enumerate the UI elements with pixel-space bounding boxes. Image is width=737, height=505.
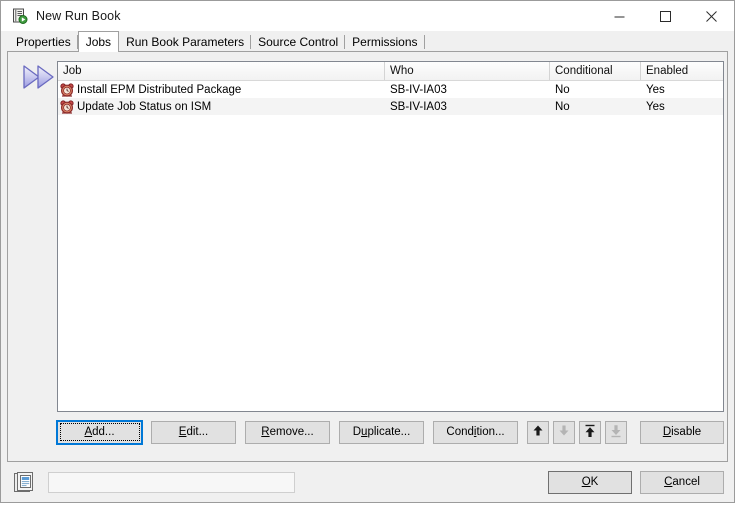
new-run-book-window: New Run Book Properties Jobs Run Book Pa… xyxy=(0,0,735,503)
remove-button[interactable]: Remove... xyxy=(245,420,330,444)
column-header-conditional[interactable]: Conditional xyxy=(550,62,641,80)
condition-button[interactable]: Cond i tion... xyxy=(433,420,518,444)
cell-conditional: No xyxy=(555,100,570,113)
ok-button-label: K xyxy=(590,476,599,488)
double-arrow-right-icon xyxy=(22,64,60,90)
column-header-job[interactable]: Job xyxy=(58,62,385,80)
duplicate-button[interactable]: Du plicate... xyxy=(339,420,424,444)
cancel-button-label: ancel xyxy=(672,476,700,488)
status-field[interactable] xyxy=(48,471,295,493)
runbook-icon xyxy=(12,8,28,24)
tab-source-control[interactable]: Source Control xyxy=(251,32,346,51)
tab-label: Properties xyxy=(16,34,71,49)
tab-permissions[interactable]: Permissions xyxy=(345,32,425,51)
arrow-up-to-top-icon xyxy=(584,424,596,441)
cancel-button[interactable]: Cancel xyxy=(640,470,724,494)
cell-enabled: Yes xyxy=(646,83,665,96)
table-row[interactable]: Install EPM Distributed Package SB-IV-IA… xyxy=(58,81,723,98)
job-list[interactable]: Job Who Conditional Enabled Install EPM … xyxy=(57,61,724,412)
job-name: Update Job Status on ISM xyxy=(77,100,212,113)
tab-label: Permissions xyxy=(352,34,418,49)
move-to-bottom-button xyxy=(605,420,627,444)
tab-properties[interactable]: Properties xyxy=(9,32,78,51)
tab-label: Source Control xyxy=(258,34,339,49)
cell-who: SB-IV-IA03 xyxy=(390,83,447,96)
title-bar: New Run Book xyxy=(1,1,734,31)
column-header-enabled[interactable]: Enabled xyxy=(641,62,723,80)
add-button-label: dd... xyxy=(92,426,115,438)
job-list-header: Job Who Conditional Enabled xyxy=(58,62,723,81)
window-title: New Run Book xyxy=(36,9,121,23)
move-down-button xyxy=(553,420,575,444)
table-row[interactable]: Update Job Status on ISM SB-IV-IA03 No Y… xyxy=(58,98,723,115)
edit-button[interactable]: Edit... xyxy=(151,420,236,444)
cell-who: SB-IV-IA03 xyxy=(390,100,447,113)
cell-conditional: No xyxy=(555,83,570,96)
disable-button[interactable]: Disable xyxy=(640,420,724,444)
job-actions-toolbar: Add... Edit... Remove... Du plicate... Co… xyxy=(56,419,724,445)
jobs-tab-panel: Job Who Conditional Enabled Install EPM … xyxy=(7,51,728,462)
cell-enabled: Yes xyxy=(646,100,665,113)
tab-label: Jobs xyxy=(85,35,112,49)
duplicate-button-label: plicate... xyxy=(367,426,411,438)
cell-job: Update Job Status on ISM xyxy=(58,98,385,115)
maximize-icon[interactable] xyxy=(642,1,688,31)
tab-run-book-parameters[interactable]: Run Book Parameters xyxy=(119,32,252,51)
arrow-down-to-bottom-icon xyxy=(610,424,622,441)
job-name: Install EPM Distributed Package xyxy=(77,83,242,96)
move-up-button[interactable] xyxy=(527,420,549,444)
close-icon[interactable] xyxy=(688,1,734,31)
tab-label: Run Book Parameters xyxy=(126,34,245,49)
move-to-top-button[interactable] xyxy=(579,420,601,444)
disable-button-label: isable xyxy=(671,426,702,438)
edit-button-label: dit... xyxy=(186,426,209,438)
arrow-up-icon xyxy=(532,424,544,440)
tab-strip: Properties Jobs Run Book Parameters Sour… xyxy=(1,31,734,52)
dialog-footer: OK Cancel xyxy=(1,462,734,502)
arrow-down-icon xyxy=(558,424,570,440)
stacked-windows-icon[interactable] xyxy=(12,469,38,495)
tab-jobs[interactable]: Jobs xyxy=(77,31,120,52)
condition-button-label: tion... xyxy=(476,426,505,438)
minimize-icon[interactable] xyxy=(596,1,642,31)
alarm-clock-icon xyxy=(60,82,74,97)
window-controls xyxy=(596,1,734,31)
remove-button-label: emove... xyxy=(269,426,314,438)
column-header-who[interactable]: Who xyxy=(385,62,550,80)
cell-job: Install EPM Distributed Package xyxy=(58,81,385,98)
ok-button[interactable]: OK xyxy=(548,470,632,494)
alarm-clock-icon xyxy=(60,99,74,114)
add-button[interactable]: Add... xyxy=(56,419,143,445)
